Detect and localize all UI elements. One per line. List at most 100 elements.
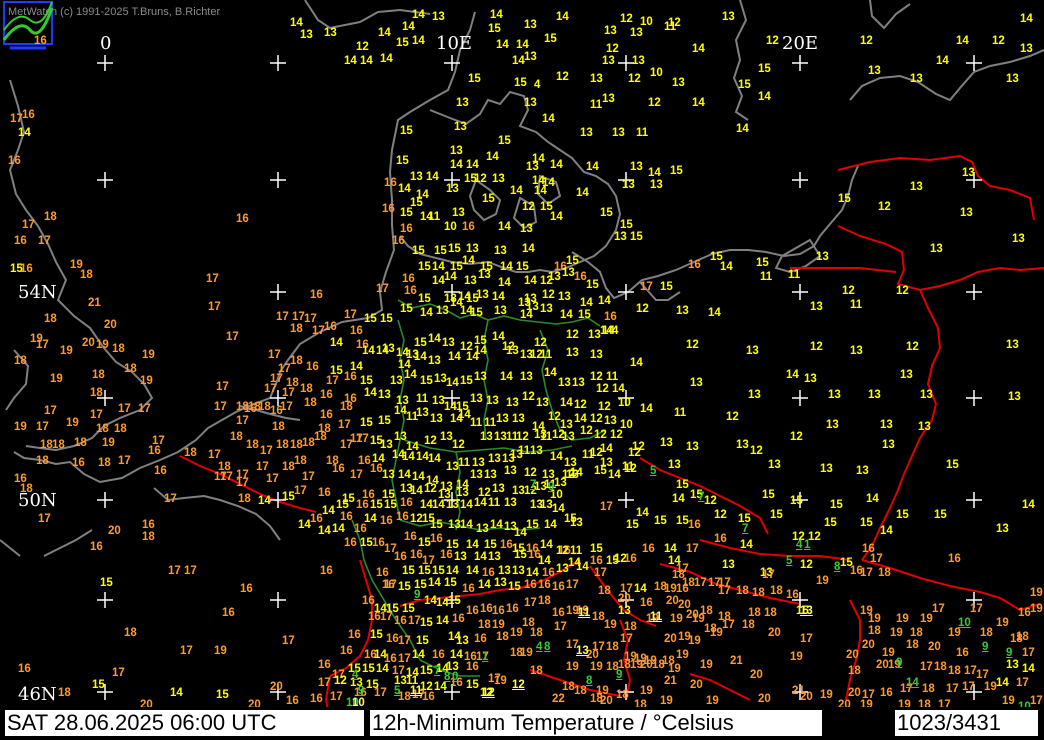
station-value: 14 <box>450 649 463 661</box>
station-value: 14 <box>466 565 479 577</box>
station-value: 15 <box>946 459 959 471</box>
station-value: 13 <box>650 179 663 191</box>
station-value: 22 <box>552 693 565 705</box>
station-value: 14 <box>612 383 625 395</box>
station-value: 21 <box>88 297 101 309</box>
station-value: 18 <box>948 665 961 677</box>
station-value: 14 <box>420 307 433 319</box>
station-value: 13 <box>446 461 459 473</box>
station-value: 17 <box>208 301 221 313</box>
station-value: 11 <box>416 393 429 405</box>
station-value: 11 <box>518 445 531 457</box>
station-value: 14 <box>516 39 529 51</box>
station-value: 14 <box>318 525 331 537</box>
station-value: 13 <box>868 65 881 77</box>
station-value: 17 <box>118 455 131 467</box>
station-value: 15 <box>660 281 673 293</box>
station-value: 13 <box>494 305 507 317</box>
station-value: 14 <box>428 453 441 465</box>
station-value: 20 <box>862 639 875 651</box>
station-value: 14 <box>600 443 613 455</box>
station-value: 17 <box>594 567 607 579</box>
station-value: 12 <box>522 391 535 403</box>
station-value: 13 <box>748 389 761 401</box>
station-value: 14 <box>640 403 653 415</box>
station-value: 16 <box>394 615 407 627</box>
station-value: 14 <box>560 397 573 409</box>
station-value: 13 <box>494 245 507 257</box>
station-value: 20 <box>876 659 889 671</box>
station-value: 14 <box>498 277 511 289</box>
station-value: 13 <box>558 291 571 303</box>
station-value: 20 <box>800 691 813 703</box>
station-value: 16 <box>462 583 475 595</box>
station-value: 14 <box>444 401 457 413</box>
station-value: 14 <box>460 519 473 531</box>
station-value: 15 <box>380 313 393 325</box>
station-value: 14 <box>906 677 919 689</box>
station-value: 13 <box>492 173 505 185</box>
station-value: 15 <box>676 515 689 527</box>
station-value: 12 <box>648 97 661 109</box>
station-value: 16 <box>358 455 371 467</box>
station-value: 12 <box>502 341 515 353</box>
station-value: 16 <box>368 611 381 623</box>
station-value: 13 <box>382 469 395 481</box>
station-value: 13 <box>526 301 539 313</box>
station-value: 18 <box>98 457 111 469</box>
station-value: 9 <box>414 589 421 601</box>
station-value: 16 <box>590 555 603 567</box>
station-value: 7 <box>434 665 441 677</box>
station-value: 13 <box>452 207 465 219</box>
station-value: 13 <box>632 55 645 67</box>
station-value: 14 <box>512 55 525 67</box>
station-value: 17 <box>236 415 249 427</box>
station-value: 14 <box>432 261 445 273</box>
station-value: 16 <box>320 409 333 421</box>
station-value: 15 <box>216 689 229 701</box>
station-value: 13 <box>614 231 627 243</box>
station-value: 1 <box>804 539 811 551</box>
meridian-label-10e: 10E <box>436 33 473 54</box>
station-value: 13 <box>378 389 391 401</box>
station-value: 16 <box>370 463 383 475</box>
station-value: 14 <box>936 55 949 67</box>
station-value: 16 <box>8 155 21 167</box>
station-value: 13 <box>1008 391 1021 403</box>
station-value: 14 <box>290 17 303 29</box>
station-value: 18 <box>80 269 93 281</box>
station-value: 13 <box>456 487 469 499</box>
station-value: 14 <box>298 519 311 531</box>
station-value: 16 <box>340 645 353 657</box>
station-value: 14 <box>170 687 183 699</box>
station-value: 11 <box>578 607 591 619</box>
station-value: 15 <box>418 537 431 549</box>
station-value: 15 <box>594 465 607 477</box>
station-value: 17 <box>44 405 57 417</box>
station-value: 14 <box>550 451 563 463</box>
station-value: 16 <box>394 551 407 563</box>
station-value: 13 <box>676 305 689 317</box>
station-value: 13 <box>612 127 625 139</box>
station-value: 18 <box>290 439 303 451</box>
station-value: 13 <box>816 251 829 263</box>
station-value: 18 <box>114 423 127 435</box>
station-value: 14 <box>740 539 753 551</box>
station-value: 14 <box>332 523 345 535</box>
station-value: 14 <box>426 171 439 183</box>
station-value: 15 <box>360 375 373 387</box>
station-value: 14 <box>544 367 557 379</box>
station-value: 14 <box>598 295 611 307</box>
station-value: 15 <box>370 499 383 511</box>
station-value: 18 <box>736 585 749 597</box>
station-value: 19 <box>60 345 73 357</box>
station-value: 16 <box>356 499 369 511</box>
station-value: 15 <box>738 79 751 91</box>
station-value: 16 <box>22 109 35 121</box>
station-value: 14 <box>424 595 437 607</box>
station-value: 13 <box>390 375 403 387</box>
station-value: 19 <box>1030 587 1043 599</box>
station-value: 17 <box>282 635 295 647</box>
station-value: 19 <box>102 437 115 449</box>
station-value: 15 <box>360 537 373 549</box>
